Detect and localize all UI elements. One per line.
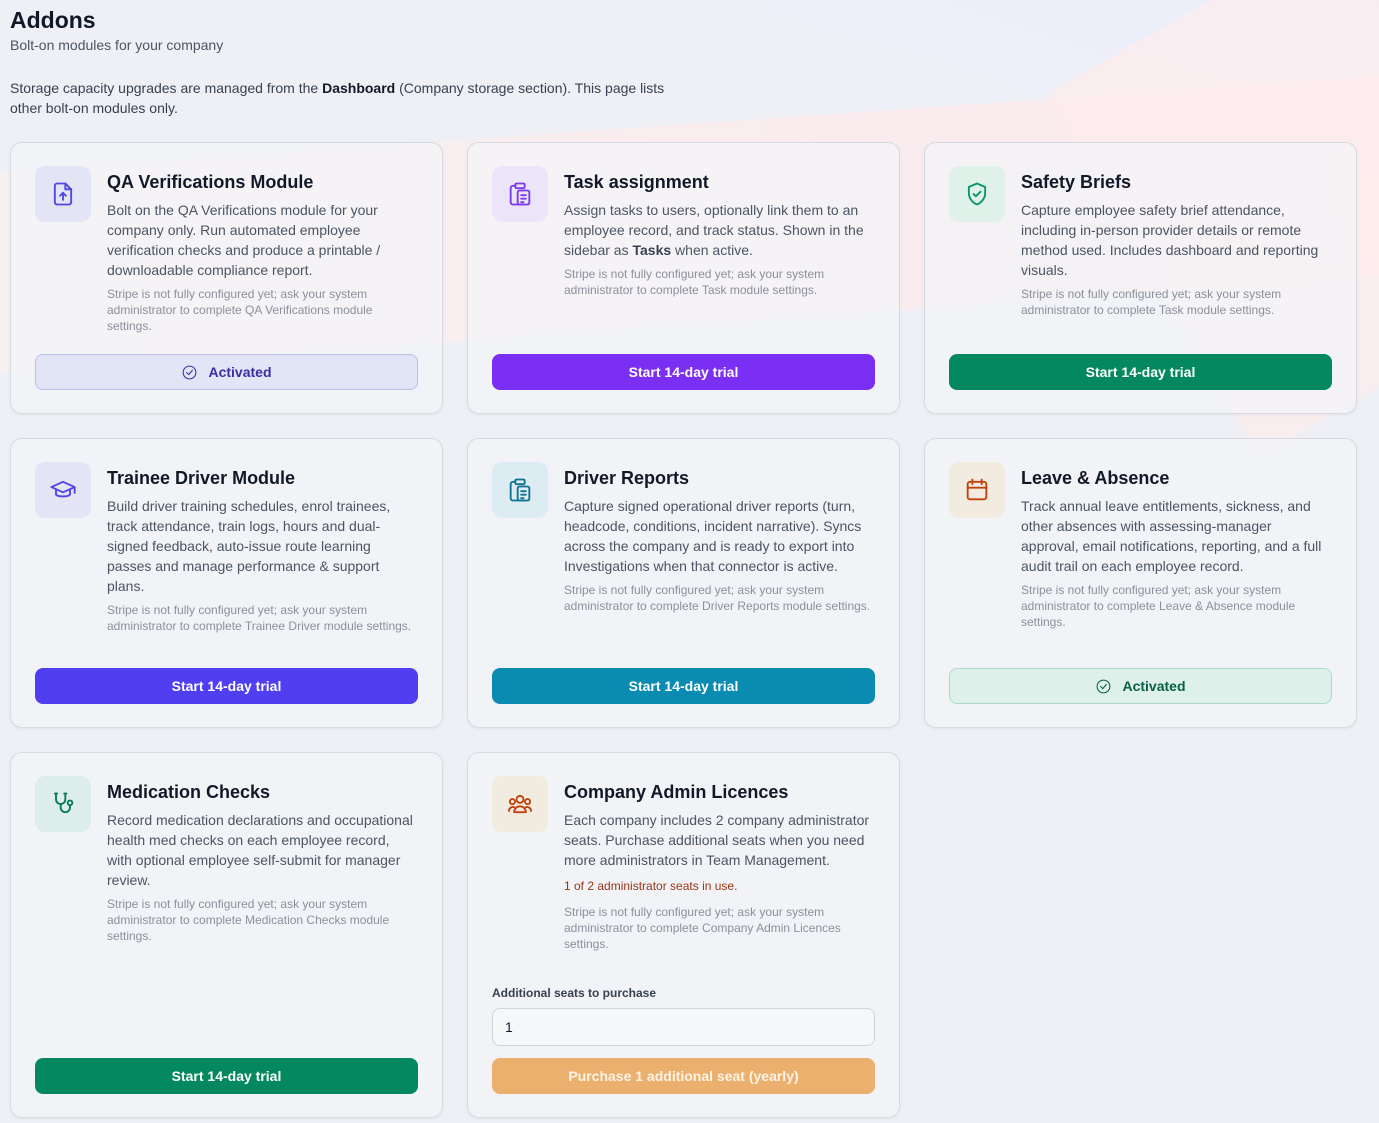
addon-card-leave-absence: Leave & Absence Track annual leave entit… [924, 438, 1357, 728]
card-description: Build driver training schedules, enrol t… [107, 498, 391, 594]
card-title: Medication Checks [107, 782, 271, 802]
card-title: Driver Reports [564, 468, 690, 488]
addon-card-driver-reports: Driver Reports Capture signed operationa… [467, 438, 900, 728]
seats-field-label: Additional seats to purchase [492, 986, 657, 1000]
card-description: Each company includes 2 company administ… [564, 812, 870, 868]
page-subtitle: Bolt-on modules for your company [10, 37, 224, 53]
card-title: Trainee Driver Module [107, 468, 296, 488]
stripe-config-note: Stripe is not fully configured yet; ask … [1021, 287, 1282, 317]
button-label: Activated [208, 364, 272, 380]
card-title: Task assignment [564, 172, 709, 192]
file-upload-icon [35, 166, 91, 222]
storage-notice: Storage capacity upgrades are managed fr… [10, 78, 670, 118]
stripe-config-note: Stripe is not fully configured yet; ask … [107, 603, 412, 633]
additional-seats-input[interactable] [492, 1008, 875, 1046]
calendar-icon [949, 462, 1005, 518]
card-description: Capture employee safety brief attendance… [1021, 202, 1319, 278]
card-description: Bolt on the QA Verifications module for … [107, 202, 381, 278]
addons-page: Addons Bolt-on modules for your company … [0, 0, 1379, 1118]
purchase-seat-button[interactable]: Purchase 1 additional seat (yearly) [492, 1058, 875, 1094]
clipboard-list-icon [492, 462, 548, 518]
clipboard-list-icon [492, 166, 548, 222]
qa-activated-button[interactable]: Activated [35, 354, 418, 390]
safety-start-trial-button[interactable]: Start 14-day trial [949, 354, 1332, 390]
addon-card-medication-checks: Medication Checks Record medication decl… [10, 752, 443, 1118]
stripe-config-note: Stripe is not fully configured yet; ask … [564, 905, 841, 951]
card-title: Leave & Absence [1021, 468, 1170, 488]
addon-card-safety-briefs: Safety Briefs Capture employee safety br… [924, 142, 1357, 414]
addon-card-qa-verifications: QA Verifications Module Bolt on the QA V… [10, 142, 443, 414]
card-description: Track annual leave entitlements, sicknes… [1021, 498, 1322, 574]
check-circle-icon [183, 365, 197, 379]
card-description: Record medication declarations and occup… [107, 812, 413, 888]
card-description: Capture signed operational driver report… [564, 498, 862, 574]
dashboard-link-text: Dashboard [322, 80, 396, 96]
card-title: Safety Briefs [1021, 172, 1132, 192]
addons-grid: QA Verifications Module Bolt on the QA V… [10, 142, 1369, 1118]
seat-usage-text: 1 of 2 administrator seats in use. [564, 879, 738, 893]
stripe-config-note: Stripe is not fully configured yet; ask … [564, 267, 825, 297]
button-label: Activated [1122, 678, 1186, 694]
page-title: Addons [10, 7, 96, 33]
check-circle-icon [1097, 679, 1111, 693]
leave-activated-button[interactable]: Activated [949, 668, 1332, 704]
trainee-start-trial-button[interactable]: Start 14-day trial [35, 668, 418, 704]
card-title: QA Verifications Module [107, 172, 314, 192]
driver-reports-start-trial-button[interactable]: Start 14-day trial [492, 668, 875, 704]
users-icon [492, 776, 548, 832]
notice-text: Storage capacity upgrades are managed fr… [10, 80, 323, 96]
stethoscope-icon [35, 776, 91, 832]
stripe-config-note: Stripe is not fully configured yet; ask … [1021, 583, 1296, 629]
card-description: Assign tasks to users, optionally link t… [564, 200, 875, 260]
medication-start-trial-button[interactable]: Start 14-day trial [35, 1058, 418, 1094]
card-title: Company Admin Licences [564, 782, 789, 802]
addon-card-task-assignment: Task assignment Assign tasks to users, o… [467, 142, 900, 414]
task-start-trial-button[interactable]: Start 14-day trial [492, 354, 875, 390]
stripe-config-note: Stripe is not fully configured yet; ask … [107, 287, 373, 333]
shield-check-icon [949, 166, 1005, 222]
graduation-cap-icon [35, 462, 91, 518]
stripe-config-note: Stripe is not fully configured yet; ask … [107, 897, 390, 943]
addon-card-company-admin-licences: Company Admin Licences Each company incl… [467, 752, 900, 1118]
addon-card-trainee-driver: Trainee Driver Module Build driver train… [10, 438, 443, 728]
desc-bold-text: Tasks [632, 242, 672, 258]
stripe-config-note: Stripe is not fully configured yet; ask … [564, 583, 871, 613]
desc-text-end: when active. [671, 242, 753, 258]
